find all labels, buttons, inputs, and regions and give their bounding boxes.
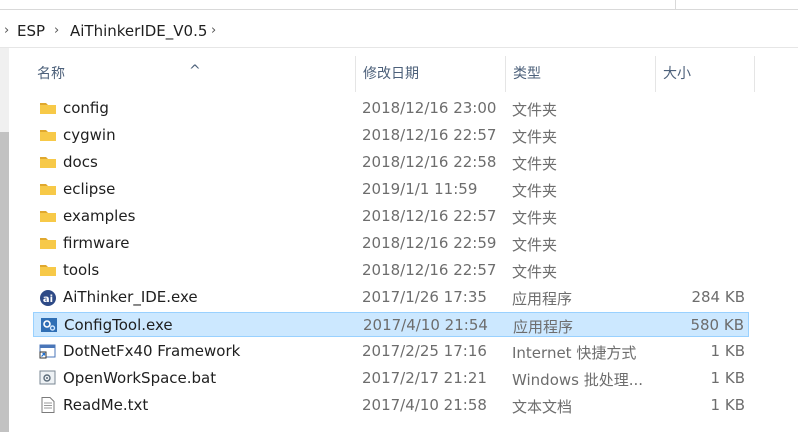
file-size: 1 KB <box>710 369 745 387</box>
scrollbar-thumb[interactable] <box>0 132 9 432</box>
folder-icon <box>39 181 57 197</box>
file-name: OpenWorkSpace.bat <box>63 369 217 387</box>
chevron-right-icon[interactable]: › <box>54 23 59 38</box>
file-row-readme-txt[interactable]: ReadMe.txt 2017/4/10 21:58 文本文档 1 KB <box>33 393 749 418</box>
file-name: AiThinker_IDE.exe <box>63 288 198 306</box>
file-type: 文件夹 <box>512 155 558 173</box>
file-modified-date: 2018/12/16 22:57 <box>362 126 497 144</box>
file-row-docs[interactable]: docs 2018/12/16 22:58 文件夹 <box>33 150 749 175</box>
folder-icon <box>39 100 57 116</box>
file-type: 文件夹 <box>512 182 558 200</box>
file-row-firmware[interactable]: firmware 2018/12/16 22:59 文件夹 <box>33 231 749 256</box>
breadcrumb: › ESP › AiThinkerIDE_V0.5 › <box>0 16 798 47</box>
column-header-size-label: 大小 <box>663 66 691 82</box>
navigation-pane-scrollbar[interactable] <box>0 48 9 432</box>
file-size: 1 KB <box>710 396 745 414</box>
file-name: ReadMe.txt <box>63 396 149 414</box>
file-row-aithinker-ide-exe[interactable]: ai AiThinker_IDE.exe 2017/1/26 17:35 应用程序 28… <box>33 285 749 310</box>
file-name: tools <box>63 261 100 279</box>
file-name: firmware <box>63 234 130 252</box>
file-modified-date: 2017/2/17 21:21 <box>362 369 487 387</box>
search-box-edge[interactable] <box>675 0 798 9</box>
file-type: 文件夹 <box>512 236 558 254</box>
file-type: 文件夹 <box>512 101 558 119</box>
file-modified-date: 2018/12/16 22:58 <box>362 153 497 171</box>
column-header-name[interactable]: ^ 名称 <box>9 48 355 92</box>
file-size: 1 KB <box>710 342 745 360</box>
column-divider[interactable] <box>754 56 755 92</box>
file-modified-date: 2018/12/16 22:57 <box>362 261 497 279</box>
folder-icon <box>39 262 57 278</box>
chevron-right-icon[interactable]: › <box>4 23 9 38</box>
file-row-tools[interactable]: tools 2018/12/16 22:57 文件夹 <box>33 258 749 283</box>
file-modified-date: 2018/12/16 22:57 <box>362 207 497 225</box>
batch-file-icon <box>39 370 57 386</box>
column-header-date-label: 修改日期 <box>363 66 419 82</box>
folder-icon <box>39 127 57 143</box>
chevron-right-icon[interactable]: › <box>211 23 216 38</box>
column-header-date[interactable]: 修改日期 <box>356 48 505 92</box>
file-modified-date: 2018/12/16 23:00 <box>362 99 497 117</box>
file-row-configtool-exe[interactable]: ConfigTool.exe 2017/4/10 21:54 应用程序 580 KB <box>33 312 749 337</box>
text-file-icon <box>39 397 57 413</box>
address-bar[interactable]: › ESP › AiThinkerIDE_V0.5 › <box>0 16 798 48</box>
file-row-dotnetfx40-framework[interactable]: DotNetFx40 Framework 2017/2/25 17:16 Inter… <box>33 339 749 364</box>
column-header-type-label: 类型 <box>513 66 541 82</box>
file-type: Windows 批处理... <box>512 371 644 389</box>
file-type: 文件夹 <box>512 209 558 227</box>
file-name: ConfigTool.exe <box>64 316 173 334</box>
file-modified-date: 2019/1/1 11:59 <box>362 180 478 198</box>
file-type: 应用程序 <box>513 318 574 336</box>
file-type: 文件夹 <box>512 128 558 146</box>
file-row-openworkspace-bat[interactable]: OpenWorkSpace.bat 2017/2/17 21:21 Windows … <box>33 366 749 391</box>
file-name: cygwin <box>63 126 116 144</box>
file-size: 284 KB <box>691 288 745 306</box>
file-name: eclipse <box>63 180 116 198</box>
internet-shortcut-icon <box>39 343 57 359</box>
column-headers: ^ 名称 修改日期 类型 大小 <box>9 48 798 92</box>
folder-icon <box>39 235 57 251</box>
file-name: config <box>63 99 109 117</box>
ribbon-edge <box>0 0 798 14</box>
file-row-examples[interactable]: examples 2018/12/16 22:57 文件夹 <box>33 204 749 229</box>
column-header-size[interactable]: 大小 <box>656 48 754 92</box>
file-row-eclipse[interactable]: eclipse 2019/1/1 11:59 文件夹 <box>33 177 749 202</box>
column-header-name-label: 名称 <box>37 66 65 82</box>
file-row-config[interactable]: config 2018/12/16 23:00 文件夹 <box>33 96 749 121</box>
file-name: examples <box>63 207 136 225</box>
breadcrumb-item-aithinkeride[interactable]: AiThinkerIDE_V0.5 <box>70 22 207 40</box>
file-name: docs <box>63 153 98 171</box>
file-type: 文本文档 <box>512 398 573 416</box>
file-name: DotNetFx40 Framework <box>63 342 241 360</box>
file-modified-date: 2017/4/10 21:54 <box>363 316 488 334</box>
gear-app-icon <box>40 317 58 333</box>
file-type: 应用程序 <box>512 290 573 308</box>
file-type: Internet 快捷方式 <box>512 344 637 362</box>
file-size: 580 KB <box>690 316 744 334</box>
svg-text:ai: ai <box>43 294 53 305</box>
folder-icon <box>39 154 57 170</box>
folder-icon <box>39 208 57 224</box>
sort-ascending-icon: ^ <box>189 63 201 79</box>
file-type: 文件夹 <box>512 263 558 281</box>
aithinker-app-icon: ai <box>39 289 57 306</box>
breadcrumb-item-esp[interactable]: ESP <box>17 22 45 40</box>
file-modified-date: 2017/1/26 17:35 <box>362 288 487 306</box>
file-modified-date: 2017/2/25 17:16 <box>362 342 487 360</box>
file-modified-date: 2018/12/16 22:59 <box>362 234 497 252</box>
file-row-cygwin[interactable]: cygwin 2018/12/16 22:57 文件夹 <box>33 123 749 148</box>
column-header-type[interactable]: 类型 <box>506 48 655 92</box>
file-modified-date: 2017/4/10 21:58 <box>362 396 487 414</box>
